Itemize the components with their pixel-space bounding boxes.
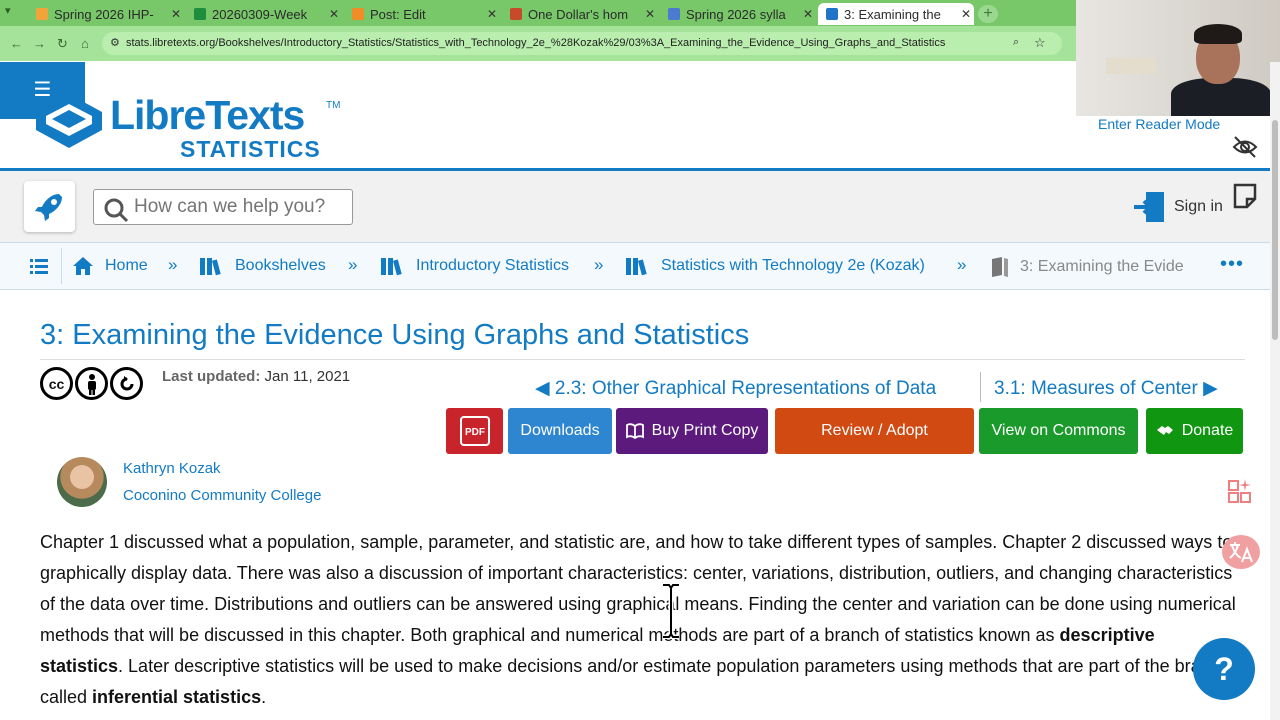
rocket-icon (35, 194, 62, 221)
breadcrumb-separator: » (957, 255, 967, 274)
donate-button[interactable]: Donate (1146, 408, 1243, 454)
favicon-icon (668, 8, 680, 20)
term-inferential-statistics: inferential statistics (92, 687, 262, 707)
books-icon (626, 258, 647, 276)
launch-rocket-button[interactable] (24, 181, 75, 232)
author-name-link[interactable]: Kathryn Kozak (123, 460, 221, 477)
browser-tab-5[interactable]: Spring 2026 sylla ✕ (660, 3, 816, 25)
tab-search-icon[interactable]: ▾ (5, 4, 11, 17)
libretexts-logo-icon (36, 94, 102, 148)
page-title: 3: Examining the Evidence Using Graphs a… (40, 319, 750, 351)
help-button[interactable]: ? (1193, 638, 1255, 700)
downloads-button[interactable]: Downloads (508, 408, 612, 454)
breadcrumb-bookshelves[interactable]: Bookshelves (199, 256, 326, 276)
breadcrumb-home[interactable]: Home (71, 256, 148, 276)
handshake-icon (1156, 426, 1173, 435)
list-icon[interactable] (30, 258, 48, 279)
breadcrumb-more-icon[interactable]: ••• (1220, 253, 1244, 276)
home-browser-icon[interactable]: ⌂ (81, 36, 89, 51)
close-tab-icon[interactable]: ✕ (326, 7, 342, 21)
reload-icon[interactable]: ↻ (57, 36, 68, 52)
site-info-icon[interactable]: ⚙ (110, 32, 120, 55)
breadcrumb-current-page: 3: Examining the Evide (990, 256, 1184, 278)
breadcrumb-introductory-statistics[interactable]: Introductory Statistics (380, 256, 569, 276)
reader-mode-link[interactable]: Enter Reader Mode (1098, 116, 1220, 132)
home-icon (73, 257, 93, 275)
favicon-icon (194, 8, 206, 20)
last-updated: Last updated: Jan 11, 2021 (162, 368, 351, 385)
attribution-person-icon (75, 367, 108, 400)
logo-trademark: TM (326, 100, 341, 111)
previous-page-link[interactable]: ◀ 2.3: Other Graphical Representations o… (535, 377, 936, 400)
browser-tab-6-active[interactable]: 3: Examining the ✕ (818, 3, 974, 25)
new-tab-button[interactable]: + (978, 5, 998, 23)
books-icon (200, 258, 221, 276)
favicon-icon (36, 8, 48, 20)
translate-icon[interactable] (1222, 535, 1260, 569)
breadcrumb-separator: » (594, 255, 604, 274)
search-icon (104, 198, 129, 223)
svg-text:PDF: PDF (465, 427, 485, 438)
next-page-link[interactable]: 3.1: Measures of Center ▶ (994, 377, 1218, 400)
close-tab-icon[interactable]: ✕ (484, 7, 500, 21)
title-divider (40, 359, 1245, 360)
browser-tab-4[interactable]: One Dollar's hom ✕ (502, 3, 658, 25)
license-badges[interactable]: cc (40, 367, 143, 400)
cc-license-icon: cc (40, 367, 73, 400)
pdf-icon: PDF (459, 416, 490, 446)
favicon-icon (510, 8, 522, 20)
books-icon (381, 258, 402, 276)
browser-tab-2[interactable]: 20260309-Week ✕ (186, 3, 342, 25)
browser-tab-1[interactable]: Spring 2026 IHP- ✕ (28, 3, 184, 25)
forward-icon[interactable]: → (33, 36, 46, 51)
logo-subtitle: STATISTICS (180, 136, 321, 162)
breadcrumb-divider (61, 248, 62, 284)
favicon-icon (826, 8, 838, 20)
address-bar[interactable]: ⚙ stats.libretexts.org/Bookshelves/Introd… (102, 32, 1062, 55)
author-institution-link[interactable]: Coconino Community College (123, 487, 321, 504)
zoom-icon[interactable]: ⌕ (1013, 36, 1019, 49)
site-search[interactable] (93, 189, 353, 225)
close-tab-icon[interactable]: ✕ (642, 7, 658, 21)
sign-in-icon (1134, 192, 1164, 222)
bookmark-star-icon[interactable]: ☆ (1034, 35, 1046, 51)
nav-divider (980, 372, 981, 402)
apps-grid-icon[interactable] (1226, 477, 1254, 505)
close-tab-icon[interactable]: ✕ (958, 7, 974, 21)
webcam-overlay (1076, 0, 1280, 116)
author-avatar (57, 457, 107, 507)
intro-paragraph: Chapter 1 discussed what a population, s… (40, 532, 1236, 707)
back-icon[interactable]: ← (10, 36, 23, 51)
breadcrumb-separator: » (168, 255, 178, 274)
review-adopt-button[interactable]: Review / Adopt (775, 408, 974, 454)
view-on-commons-button[interactable]: View on Commons (979, 408, 1138, 454)
libretexts-logo[interactable]: LibreTexts TM STATISTICS (32, 82, 340, 162)
note-icon[interactable] (1228, 180, 1262, 212)
search-input[interactable] (134, 196, 344, 218)
scrollbar-thumb[interactable] (1272, 120, 1278, 340)
text-cursor-icon (663, 583, 679, 639)
open-book-icon (625, 423, 644, 439)
pdf-button[interactable]: PDF (446, 408, 503, 454)
close-tab-icon[interactable]: ✕ (800, 7, 816, 21)
close-tab-icon[interactable]: ✕ (168, 7, 184, 21)
breadcrumb-separator: » (348, 255, 358, 274)
browser-tab-3[interactable]: Post: Edit ✕ (344, 3, 500, 25)
buy-print-copy-button[interactable]: Buy Print Copy (616, 408, 768, 454)
sign-in-button[interactable]: Sign in (1132, 190, 1223, 224)
share-alike-icon (110, 367, 143, 400)
breadcrumb-statistics-with-technology[interactable]: Statistics with Technology 2e (Kozak) (625, 256, 925, 276)
logo-wordmark: LibreTexts (110, 92, 305, 138)
hide-eye-icon[interactable] (1228, 131, 1262, 163)
favicon-icon (352, 8, 364, 20)
book-icon (992, 257, 1008, 277)
